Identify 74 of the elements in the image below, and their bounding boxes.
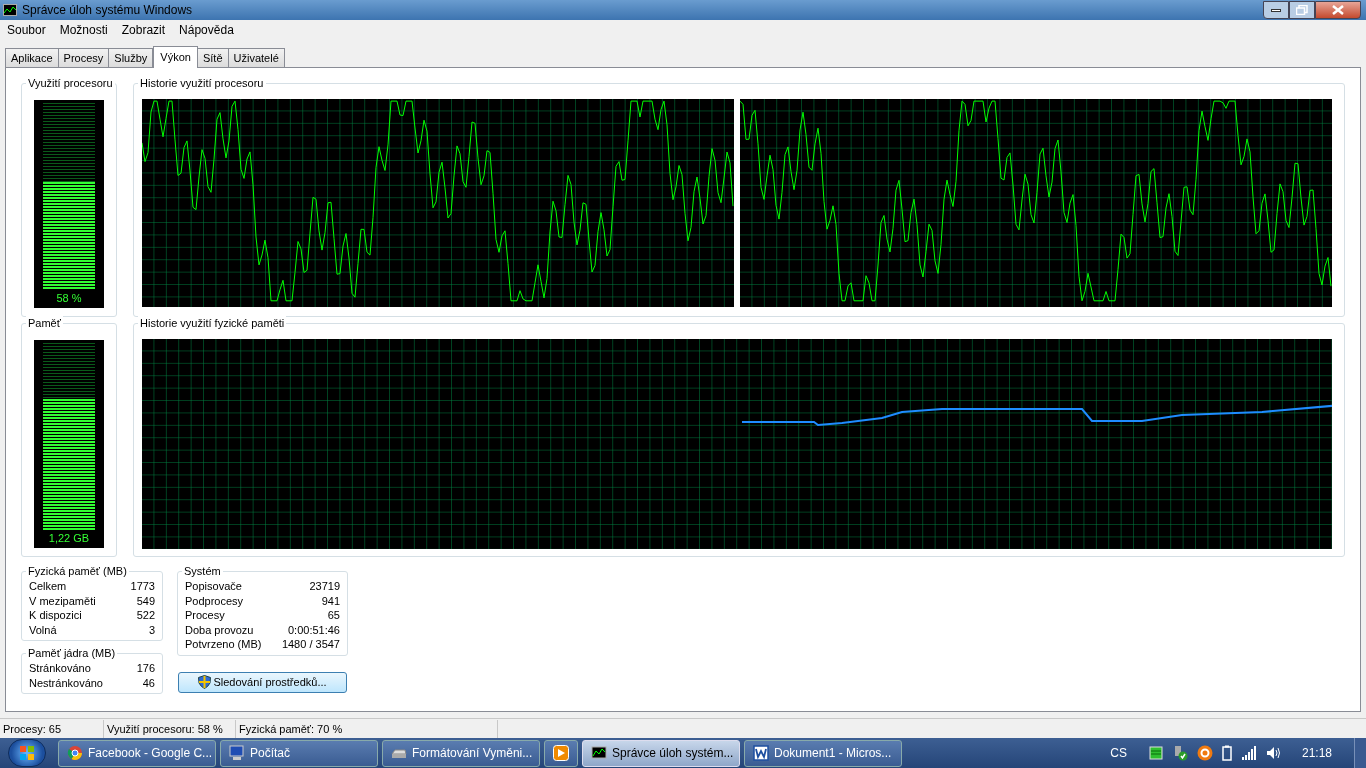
resource-monitor-button[interactable]: Sledování prostředků... [178, 671, 347, 693]
stat-value: 46 [142, 675, 155, 691]
menu-item[interactable]: Zobrazit [121, 21, 166, 39]
stat-value: 3 [148, 622, 155, 638]
restore-icon [1296, 5, 1308, 15]
taskbar-button[interactable]: Formátování Vyměni... [382, 739, 540, 767]
stat-value: 0:00:51:46 [288, 622, 340, 638]
stat-value: 176 [136, 661, 155, 676]
taskbar-button[interactable]: Dokument1 - Micros... [744, 739, 902, 767]
stat-value: 1773 [130, 579, 155, 594]
group-title: Historie využití procesoru [138, 76, 266, 90]
group-title: Paměť jádra (MB) [26, 646, 118, 660]
browser-icon [67, 745, 83, 761]
menu-item[interactable]: Soubor [7, 21, 46, 39]
group-title: Systém [182, 564, 223, 578]
start-button[interactable] [8, 739, 46, 767]
monitor-graph-icon [591, 745, 607, 761]
tab[interactable]: Aplikace [5, 48, 59, 67]
group-title: Paměť [26, 316, 63, 330]
status-text: Fyzická paměť: 70 % [236, 719, 498, 738]
group-title: Využití procesoru [26, 76, 115, 90]
signal-icon[interactable] [1240, 746, 1257, 760]
stat-value: 941 [321, 593, 340, 609]
tab[interactable]: Uživatelé [227, 48, 285, 67]
monitor-icon[interactable] [1148, 746, 1163, 760]
meter-reading: 58 % [56, 292, 82, 305]
stat-label: Celkem [29, 579, 67, 594]
stat-label: Procesy [185, 608, 225, 623]
taskbar-button[interactable]: Počítač [220, 739, 378, 767]
stat-label: Doba provozu [185, 622, 254, 638]
speaker-icon[interactable] [1265, 746, 1282, 760]
tab[interactable]: Procesy [57, 48, 110, 67]
tab[interactable]: Výkon [153, 46, 198, 68]
tab[interactable]: Služby [108, 48, 154, 67]
stat-label: Potvrzeno (MB) [185, 637, 262, 652]
taskbar-button[interactable] [544, 739, 578, 767]
stat-value: 549 [136, 593, 155, 609]
taskbar-button[interactable]: Správce úloh systém... [582, 739, 740, 767]
meter-reading: 1,22 GB [48, 532, 90, 545]
taskbar-button[interactable]: Facebook - Google C... [58, 739, 216, 767]
close-icon [1332, 5, 1344, 15]
clock[interactable]: 21:18 [1301, 744, 1332, 762]
menu-item[interactable]: Možnosti [59, 21, 108, 39]
window-title: Správce úloh systému Windows [22, 2, 193, 19]
battery-icon[interactable] [1221, 745, 1232, 761]
minimize-icon [1271, 8, 1281, 12]
close-button[interactable] [1315, 1, 1361, 19]
play-icon [553, 745, 569, 761]
stat-label: Nestránkováno [29, 675, 103, 691]
computer-icon [229, 745, 245, 761]
tab[interactable]: Sítě [196, 48, 229, 67]
group-title: Historie využití fyzické paměti [138, 316, 287, 330]
stat-value: 65 [327, 608, 340, 623]
minimize-button[interactable] [1263, 1, 1289, 19]
stat-label: V mezipaměti [29, 593, 96, 609]
windows-logo-icon [19, 745, 35, 761]
stat-label: Stránkováno [29, 661, 91, 676]
stat-label: Volná [29, 622, 57, 638]
document-icon [753, 745, 769, 761]
refresh-circle-icon[interactable] [1196, 745, 1213, 761]
stat-label: Popisovače [185, 579, 242, 594]
language-indicator[interactable]: CS [1110, 744, 1127, 762]
stat-value: 1480 / 3547 [281, 637, 340, 652]
stat-value: 522 [136, 608, 155, 623]
shield-icon [198, 675, 212, 689]
stat-label: Podprocesy [185, 593, 244, 609]
stat-value: 23719 [309, 579, 340, 594]
restore-button[interactable] [1289, 1, 1315, 19]
status-text: Procesy: 65 [0, 719, 104, 738]
group-title: Fyzická paměť (MB) [26, 564, 129, 578]
app-icon [3, 4, 17, 16]
stat-label: K dispozici [29, 608, 82, 623]
menu-item[interactable]: Nápověda [179, 21, 234, 39]
status-text: Využití procesoru: 58 % [104, 719, 236, 738]
